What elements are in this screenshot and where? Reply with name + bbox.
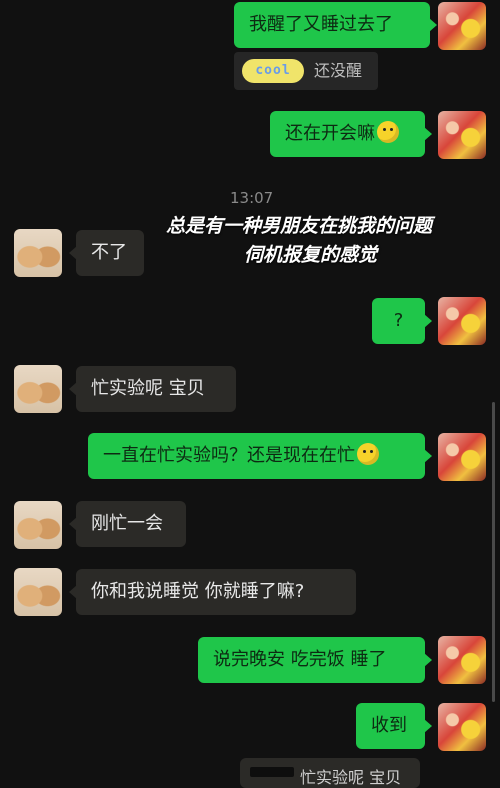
quoted-sender-redacted <box>250 767 294 777</box>
contact-avatar[interactable] <box>14 229 62 277</box>
contact-message-bubble[interactable]: 不了 <box>69 230 144 276</box>
quoted-message[interactable]: cool 还没醒 <box>234 52 378 90</box>
message-text: 一直在忙实验吗？还是现在在忙 <box>103 445 355 466</box>
scrollbar[interactable] <box>492 402 495 702</box>
thinking-face-emoji-icon <box>377 121 399 143</box>
quoted-message-text: 还没醒 <box>314 61 363 80</box>
timestamp: 13:07 <box>230 189 274 207</box>
my-avatar[interactable] <box>438 703 486 751</box>
my-avatar[interactable] <box>438 111 486 159</box>
my-avatar[interactable] <box>438 636 486 684</box>
my-message-bubble[interactable]: 一直在忙实验吗？还是现在在忙 <box>88 433 432 479</box>
my-message-bubble[interactable]: 我醒了又睡过去了 <box>234 2 437 48</box>
cool-sticker: cool <box>242 59 304 83</box>
quoted-message-text: 忙实验呢 宝贝 <box>300 768 402 787</box>
quoted-message[interactable]: 忙实验呢 宝贝 <box>240 758 420 788</box>
contact-message-bubble[interactable]: 刚忙一会 <box>69 501 186 547</box>
my-avatar[interactable] <box>438 297 486 345</box>
thinking-face-emoji-icon <box>357 443 379 465</box>
my-message-bubble[interactable]: ? <box>372 298 432 344</box>
my-message-bubble[interactable]: 还在开会嘛 <box>270 111 432 157</box>
contact-avatar[interactable] <box>14 501 62 549</box>
my-message-bubble[interactable]: 说完晚安 吃完饭 睡了 <box>198 637 432 683</box>
message-text: 还在开会嘛 <box>285 123 375 144</box>
contact-avatar[interactable] <box>14 365 62 413</box>
overlay-caption-line2: 伺机报复的感觉 <box>244 244 378 266</box>
my-avatar[interactable] <box>438 2 486 50</box>
contact-message-bubble[interactable]: 你和我说睡觉 你就睡了嘛? <box>69 569 356 615</box>
my-avatar[interactable] <box>438 433 486 481</box>
overlay-caption-line1: 总是有一种男朋友在挑我的问题 <box>166 215 433 237</box>
contact-avatar[interactable] <box>14 568 62 616</box>
contact-message-bubble[interactable]: 忙实验呢 宝贝 <box>69 366 236 412</box>
my-message-bubble[interactable]: 收到 <box>356 703 432 749</box>
